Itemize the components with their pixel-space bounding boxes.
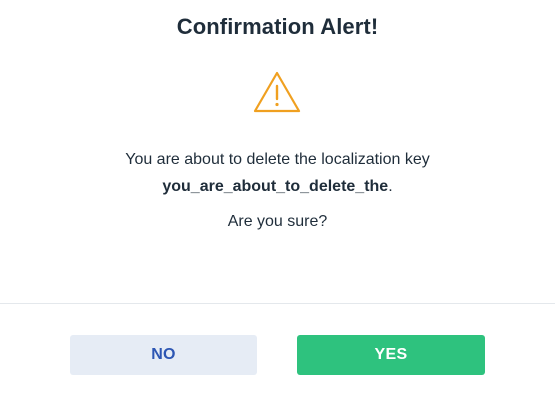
dialog-title: Confirmation Alert! xyxy=(176,14,379,39)
message-suffix: . xyxy=(388,178,393,195)
confirm-question: Are you sure? xyxy=(227,213,328,230)
localization-key: you_are_about_to_delete_the xyxy=(162,178,389,195)
message-prefix: You are about to delete the localization… xyxy=(125,151,430,168)
yes-button[interactable]: YES xyxy=(297,335,485,375)
dialog-message: You are about to delete the localization… xyxy=(0,146,555,200)
warning-icon xyxy=(253,71,301,113)
footer-divider xyxy=(0,303,555,304)
no-button[interactable]: NO xyxy=(70,335,257,375)
confirmation-dialog: Confirmation Alert! You are about to del… xyxy=(0,0,555,403)
